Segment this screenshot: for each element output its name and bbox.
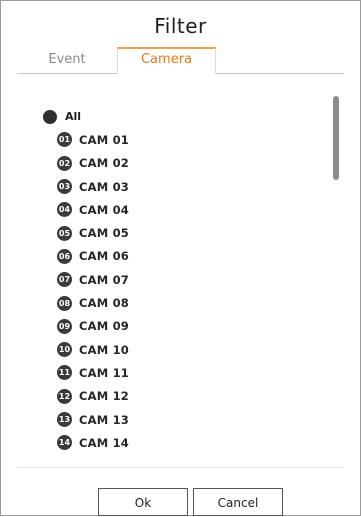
camera-number-badge-icon: 11 [57, 365, 72, 381]
camera-label: CAM 06 [79, 249, 129, 264]
camera-label: CAM 07 [79, 272, 129, 287]
tab-event[interactable]: Event [35, 47, 99, 73]
all-indicator-icon [43, 109, 57, 124]
camera-number-badge-icon: 07 [57, 272, 72, 288]
camera-label: CAM 05 [79, 226, 129, 241]
list-item-camera[interactable]: 10 CAM 10 [37, 338, 297, 361]
camera-number-badge-icon: 03 [57, 179, 72, 195]
camera-label: CAM 10 [79, 342, 129, 357]
list-item-camera[interactable]: 11 CAM 11 [37, 361, 297, 384]
list-item-all[interactable]: All [37, 105, 297, 128]
camera-label: CAM 11 [79, 365, 129, 380]
camera-label: CAM 09 [79, 319, 129, 334]
list-item-camera[interactable]: 08 CAM 08 [37, 291, 297, 314]
camera-label: CAM 04 [79, 202, 129, 217]
filter-dialog: Filter Event Camera All 01 CAM 01 02 CAM 02… [0, 0, 361, 516]
footer-divider [17, 467, 344, 468]
camera-rows: 01 CAM 01 02 CAM 02 03 CAM 03 04 CAM 04 05 CAM 05… [37, 128, 297, 454]
list-item-camera[interactable]: 01 CAM 01 [37, 128, 297, 151]
camera-label: CAM 13 [79, 412, 129, 427]
list-item-camera[interactable]: 05 CAM 05 [37, 221, 297, 244]
scrollbar-thumb[interactable] [333, 96, 339, 180]
tab-bar: Event Camera [17, 47, 344, 74]
camera-number-badge-icon: 14 [57, 435, 72, 451]
camera-list: All 01 CAM 01 02 CAM 02 03 CAM 03 04 CAM 04 05 CA… [37, 105, 297, 454]
list-item-camera[interactable]: 02 CAM 02 [37, 152, 297, 175]
camera-number-badge-icon: 04 [57, 202, 72, 218]
camera-label: CAM 02 [79, 156, 129, 171]
list-item-camera[interactable]: 03 CAM 03 [37, 175, 297, 198]
camera-label: CAM 08 [79, 296, 129, 311]
list-item-camera[interactable]: 12 CAM 12 [37, 385, 297, 408]
camera-number-badge-icon: 12 [57, 388, 72, 404]
camera-label: CAM 03 [79, 179, 129, 194]
camera-number-badge-icon: 05 [57, 225, 72, 241]
camera-number-badge-icon: 13 [57, 412, 72, 427]
camera-label: CAM 01 [79, 132, 129, 147]
list-item-camera[interactable]: 13 CAM 13 [37, 408, 297, 431]
camera-label: CAM 14 [79, 435, 129, 450]
camera-number-badge-icon: 01 [57, 132, 72, 148]
list-item-camera[interactable]: 09 CAM 09 [37, 315, 297, 338]
tab-camera[interactable]: Camera [117, 47, 216, 74]
cancel-button[interactable]: Cancel [193, 488, 283, 516]
camera-number-badge-icon: 06 [57, 248, 72, 264]
list-item-camera[interactable]: 07 CAM 07 [37, 268, 297, 291]
dialog-title: Filter [154, 14, 207, 38]
camera-number-badge-icon: 09 [57, 318, 72, 334]
camera-label: CAM 12 [79, 389, 129, 404]
list-item-camera[interactable]: 06 CAM 06 [37, 245, 297, 268]
ok-button[interactable]: Ok [98, 488, 188, 516]
list-item-camera[interactable]: 14 CAM 14 [37, 431, 297, 454]
camera-number-badge-icon: 10 [57, 342, 72, 358]
camera-number-badge-icon: 08 [57, 295, 72, 311]
all-label: All [65, 110, 82, 124]
list-item-camera[interactable]: 04 CAM 04 [37, 198, 297, 221]
camera-number-badge-icon: 02 [57, 155, 72, 171]
